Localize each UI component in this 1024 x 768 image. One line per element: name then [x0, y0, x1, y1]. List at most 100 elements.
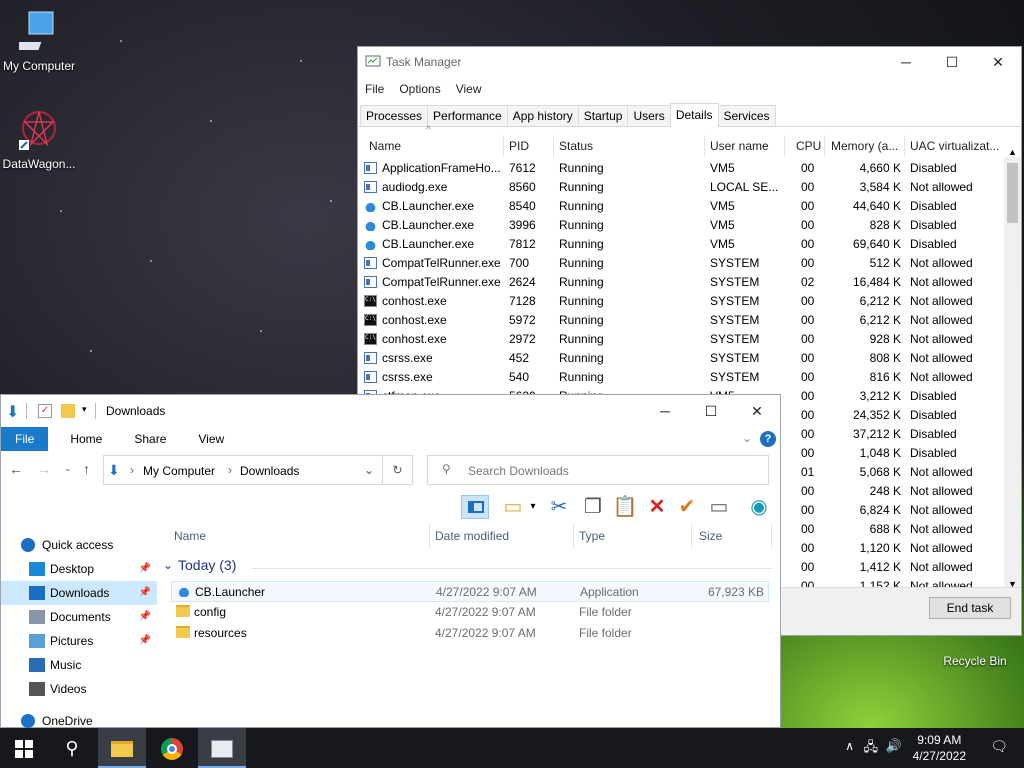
pin-icon[interactable]: 📌: [139, 557, 151, 581]
column-header-cpu[interactable]: CPU: [796, 139, 821, 153]
clock[interactable]: 9:09 AM 4/27/2022: [913, 732, 966, 764]
breadcrumb-downloads[interactable]: Downloads: [240, 464, 299, 478]
file-row[interactable]: resources 4/27/2022 9:07 AM File folder: [171, 623, 769, 644]
rename-check-icon[interactable]: ✔: [673, 495, 701, 519]
column-header-uac[interactable]: UAC virtualizat...: [910, 139, 1002, 153]
recent-locations-icon[interactable]: ⌄: [64, 463, 72, 474]
process-row[interactable]: conhost.exe 2972 Running SYSTEM 00 928 K Not a…: [358, 330, 1003, 349]
nav-item[interactable]: Documents 📌: [1, 605, 157, 629]
minimize-button[interactable]: ─: [883, 47, 929, 77]
vertical-scrollbar[interactable]: ▲ ▼: [1004, 147, 1021, 589]
nav-item[interactable]: Pictures 📌: [1, 629, 157, 653]
pin-icon[interactable]: 📌: [139, 581, 151, 605]
process-row[interactable]: CB.Launcher.exe 8540 Running VM5 00 44,640 K D…: [358, 197, 1003, 216]
nav-item[interactable]: Quick access: [1, 533, 157, 557]
properties-icon[interactable]: ▭: [705, 495, 733, 519]
expand-ribbon-icon[interactable]: ⌄: [742, 431, 752, 445]
process-row[interactable]: CB.Launcher.exe 3996 Running VM5 00 828 K Disa…: [358, 216, 1003, 235]
cut-icon[interactable]: ✂: [545, 495, 573, 519]
tab-users[interactable]: Users: [627, 105, 671, 126]
column-header-size[interactable]: Size: [699, 529, 722, 543]
maximize-button[interactable]: ☐: [688, 395, 734, 425]
column-header-user-name[interactable]: User name: [710, 139, 769, 153]
group-header[interactable]: Today (3): [178, 557, 236, 573]
process-row[interactable]: CompatTelRunner.exe 700 Running SYSTEM 00 512…: [358, 254, 1003, 273]
pin-icon[interactable]: 📌: [139, 605, 151, 629]
group-collapse-icon[interactable]: ⌄: [163, 558, 173, 572]
back-arrow-icon[interactable]: ←: [9, 461, 23, 477]
process-row[interactable]: CB.Launcher.exe 7812 Running VM5 00 69,640 K D…: [358, 235, 1003, 254]
preview-pane-icon[interactable]: [461, 495, 489, 519]
scrollbar-thumb[interactable]: [1007, 163, 1018, 223]
show-hidden-icons-icon[interactable]: ∧: [845, 739, 854, 753]
ribbon-tab-file[interactable]: File: [1, 427, 49, 451]
maximize-button[interactable]: ☐: [929, 47, 975, 77]
nav-item[interactable]: Desktop 📌: [1, 557, 157, 581]
start-button[interactable]: [0, 728, 48, 768]
desktop-icon-my-computer[interactable]: My Computer: [0, 10, 82, 73]
file-row[interactable]: config 4/27/2022 9:07 AM File folder: [171, 602, 769, 623]
pin-icon[interactable]: 📌: [139, 629, 151, 653]
close-button[interactable]: ✕: [734, 395, 780, 425]
chrome-icon[interactable]: [148, 728, 196, 768]
search-box[interactable]: ⚲ Search Downloads: [427, 455, 769, 485]
process-row[interactable]: ApplicationFrameHo... 7612 Running VM5 00 4,6…: [358, 159, 1003, 178]
task-manager-taskbar-icon[interactable]: [198, 728, 246, 768]
ribbon-tab-home[interactable]: Home: [54, 432, 118, 446]
file-explorer-taskbar-icon[interactable]: [98, 728, 146, 768]
chevron-down-icon[interactable]: ▾: [527, 495, 539, 519]
close-button[interactable]: ✕: [975, 47, 1021, 77]
nav-item[interactable]: Videos: [1, 677, 157, 701]
process-row[interactable]: audiodg.exe 8560 Running LOCAL SE... 00 3,584…: [358, 178, 1003, 197]
process-row[interactable]: CompatTelRunner.exe 2624 Running SYSTEM 02 16…: [358, 273, 1003, 292]
process-row[interactable]: csrss.exe 452 Running SYSTEM 00 808 K Not allo…: [358, 349, 1003, 368]
chevron-down-icon[interactable]: ▾: [82, 404, 87, 415]
tab-details[interactable]: Details: [669, 103, 719, 127]
properties-icon[interactable]: ✓: [38, 404, 52, 418]
network-icon[interactable]: 🖧: [864, 738, 879, 760]
column-header-name[interactable]: Name: [369, 139, 401, 153]
delete-icon[interactable]: ✕: [643, 495, 671, 519]
ribbon-tab-view[interactable]: View: [182, 432, 240, 446]
search-icon[interactable]: ⚲: [48, 728, 96, 768]
ribbon-tab-share[interactable]: Share: [118, 432, 182, 446]
process-row[interactable]: csrss.exe 540 Running SYSTEM 00 816 K Not allo…: [358, 368, 1003, 387]
process-row[interactable]: conhost.exe 7128 Running SYSTEM 00 6,212 K Not…: [358, 292, 1003, 311]
desktop-icon-recycle-bin[interactable]: Recycle Bin: [932, 652, 1018, 668]
open-with-icon[interactable]: ▭: [499, 495, 527, 519]
nav-item[interactable]: Music: [1, 653, 157, 677]
up-arrow-icon[interactable]: ↑: [83, 461, 90, 477]
column-header-date-modified[interactable]: Date modified: [435, 529, 509, 543]
forward-arrow-icon[interactable]: →: [37, 461, 51, 477]
tab-performance[interactable]: Performance: [427, 105, 508, 126]
minimize-button[interactable]: ─: [642, 395, 688, 425]
title-bar[interactable]: ⬇ ✓ ▾ Downloads ─ ☐ ✕: [1, 395, 780, 427]
menu-view[interactable]: View: [456, 82, 482, 96]
column-header-status[interactable]: Status: [559, 139, 593, 153]
address-bar[interactable]: ⬇ › My Computer › Downloads ⌄ ↻: [103, 455, 413, 485]
paste-icon[interactable]: 📋: [611, 495, 639, 519]
end-task-button[interactable]: End task: [929, 597, 1011, 619]
file-row[interactable]: CB.Launcher 4/27/2022 9:07 AM Application 6…: [171, 581, 769, 602]
menu-file[interactable]: File: [365, 82, 384, 96]
tab-startup[interactable]: Startup: [577, 105, 629, 126]
nav-item[interactable]: Downloads 📌: [1, 581, 157, 605]
column-header-memory[interactable]: Memory (a...: [831, 139, 901, 153]
quick-access-download-icon[interactable]: ⬇: [6, 402, 19, 422]
notifications-icon[interactable]: 🗨: [990, 738, 1008, 755]
column-header-pid[interactable]: PID: [509, 139, 529, 153]
copy-icon[interactable]: ❐: [579, 495, 607, 519]
title-bar[interactable]: Task Manager ─ ☐ ✕: [358, 47, 1021, 77]
address-dropdown-icon[interactable]: ⌄: [364, 463, 374, 477]
refresh-icon[interactable]: ↻: [382, 456, 412, 484]
scroll-up-icon[interactable]: ▲: [1008, 147, 1017, 157]
column-header-name[interactable]: Name: [174, 529, 206, 543]
help-icon[interactable]: ?: [760, 431, 776, 447]
breadcrumb-my-computer[interactable]: My Computer: [143, 464, 215, 478]
menu-options[interactable]: Options: [399, 82, 440, 96]
desktop-icon-datawagon[interactable]: DataWagon...: [0, 108, 82, 171]
tab-processes[interactable]: Processes: [360, 105, 429, 126]
tab-services[interactable]: Services: [717, 105, 776, 126]
tab-app-history[interactable]: App history: [506, 105, 579, 126]
column-header-type[interactable]: Type: [579, 529, 605, 543]
